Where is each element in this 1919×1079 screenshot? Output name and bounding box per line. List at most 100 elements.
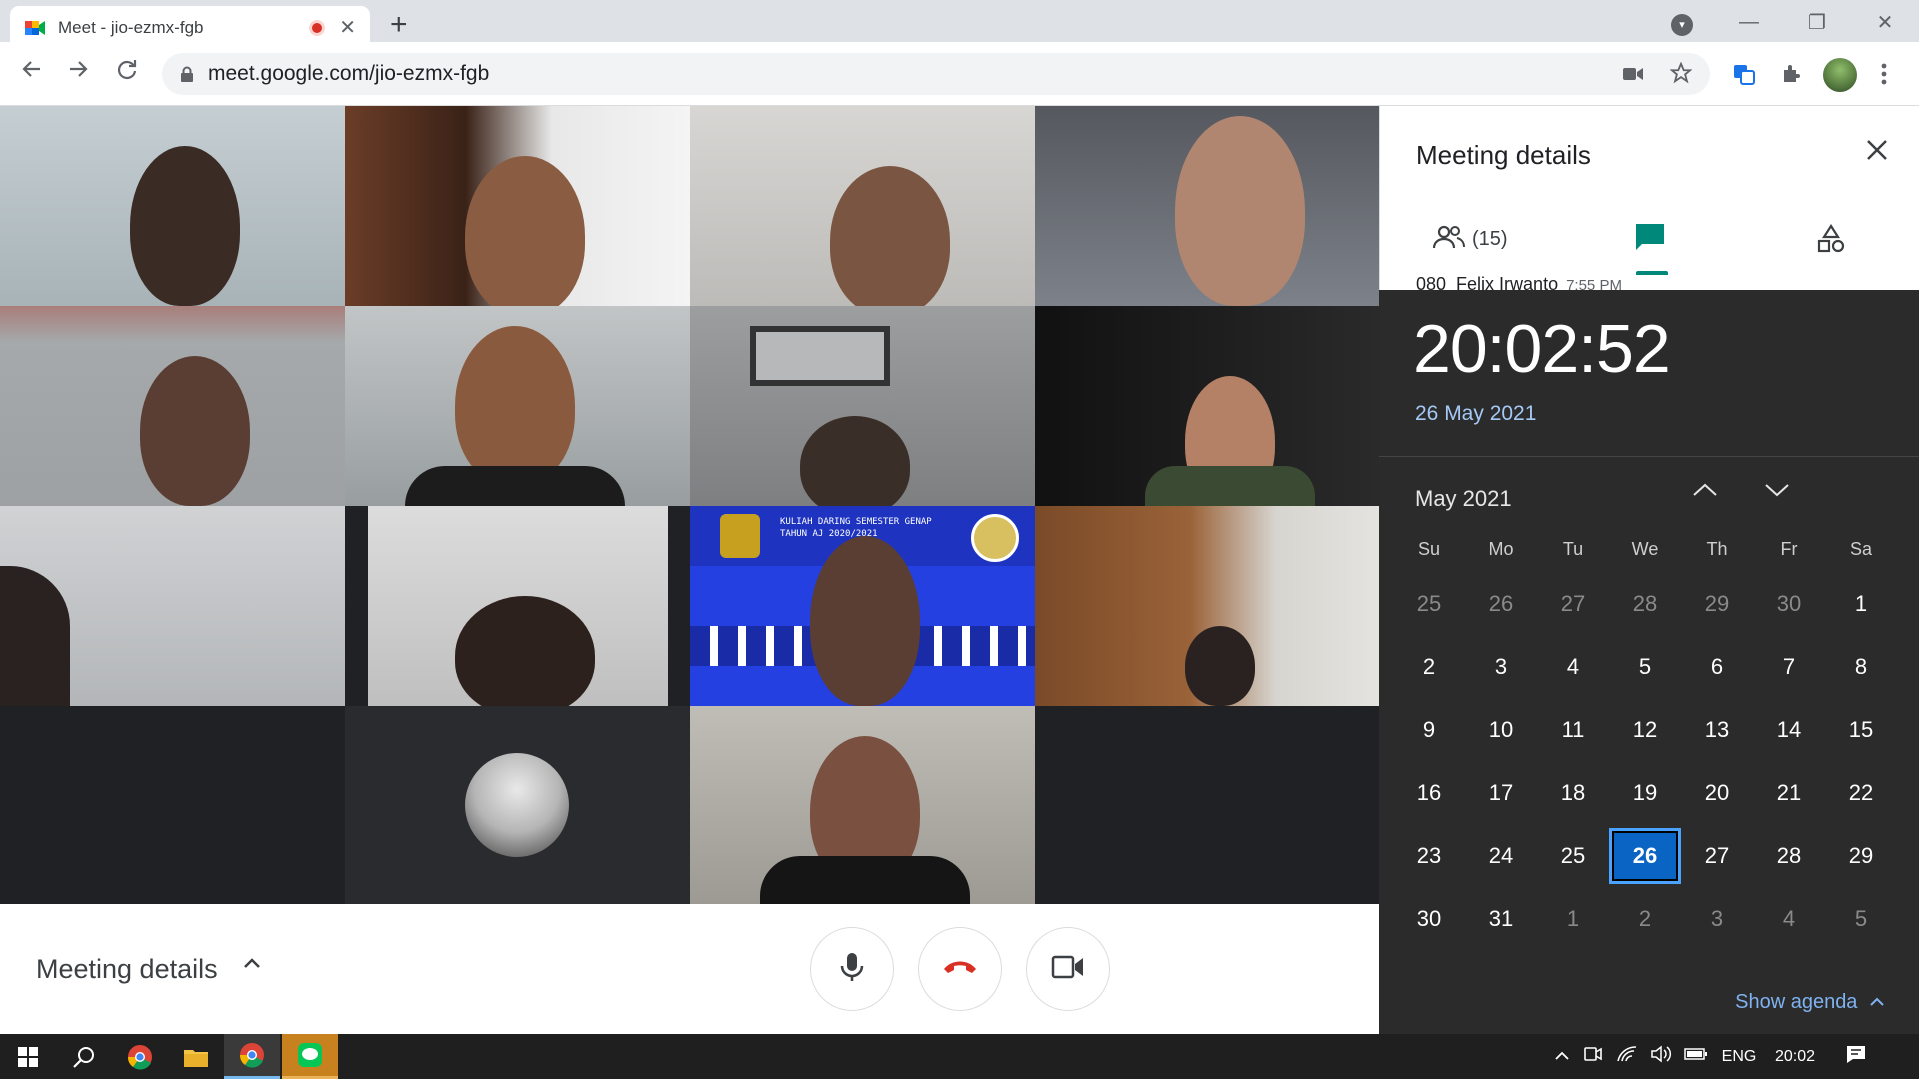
camera-button[interactable] [1026, 927, 1110, 1011]
participant-tile[interactable] [1035, 706, 1379, 904]
participant-tile[interactable] [0, 506, 345, 706]
camera-permission-icon[interactable] [1622, 62, 1644, 90]
reload-icon[interactable] [116, 58, 138, 85]
calendar-day[interactable]: 24 [1465, 828, 1537, 884]
previous-month-chevron-up-icon[interactable] [1691, 480, 1719, 506]
calendar-day-today[interactable]: 26 [1609, 827, 1681, 884]
calendar-day[interactable]: 18 [1537, 765, 1609, 821]
participant-tile[interactable] [1035, 306, 1379, 506]
people-icon[interactable] [1432, 224, 1466, 255]
wifi-icon[interactable] [1610, 1045, 1644, 1068]
input-language-indicator[interactable]: ENG [1714, 1048, 1764, 1066]
calendar-day[interactable]: 28 [1609, 576, 1681, 632]
calendar-day[interactable]: 16 [1393, 765, 1465, 821]
tab-search-icon[interactable]: ▾ [1671, 14, 1693, 36]
calendar-day[interactable]: 3 [1465, 639, 1537, 695]
chat-icon[interactable] [1634, 222, 1666, 257]
calendar-day[interactable]: 7 [1753, 639, 1825, 695]
calendar-day[interactable]: 15 [1825, 702, 1897, 758]
calendar-day[interactable]: 30 [1753, 576, 1825, 632]
calendar-day[interactable]: 4 [1537, 639, 1609, 695]
calendar-day[interactable]: 4 [1753, 891, 1825, 947]
calendar-month-label[interactable]: May 2021 [1415, 486, 1512, 512]
calendar-day[interactable]: 22 [1825, 765, 1897, 821]
profile-avatar[interactable] [1823, 58, 1857, 92]
tab-close-button[interactable]: ✕ [339, 18, 356, 38]
window-close-button[interactable]: ✕ [1851, 10, 1919, 35]
show-agenda-link[interactable]: Show agenda [1735, 991, 1885, 1014]
battery-icon[interactable] [1678, 1047, 1714, 1066]
calendar-day[interactable]: 25 [1393, 576, 1465, 632]
leave-call-button[interactable] [918, 927, 1002, 1011]
calendar-day[interactable]: 17 [1465, 765, 1537, 821]
calendar-day[interactable]: 28 [1753, 828, 1825, 884]
next-month-chevron-down-icon[interactable] [1763, 480, 1791, 506]
flyout-date-link[interactable]: 26 May 2021 [1415, 402, 1536, 426]
forward-arrow-icon[interactable] [68, 58, 90, 85]
participant-tile[interactable] [345, 106, 690, 306]
calendar-day[interactable]: 25 [1537, 828, 1609, 884]
taskbar-clock[interactable]: 20:02 [1764, 1048, 1826, 1066]
participant-tile[interactable]: KULIAH DARING SEMESTER GENAP TAHUN AJ 20… [690, 506, 1035, 706]
meeting-details-label[interactable]: Meeting details [36, 954, 218, 985]
lock-icon[interactable] [180, 66, 194, 82]
chrome-menu-icon[interactable] [1880, 62, 1888, 92]
calendar-day[interactable]: 1 [1537, 891, 1609, 947]
calendar-day[interactable]: 13 [1681, 702, 1753, 758]
participant-tile[interactable] [1035, 506, 1379, 706]
new-tab-button[interactable]: + [390, 10, 408, 40]
search-icon[interactable] [56, 1034, 112, 1079]
participant-tile[interactable] [345, 706, 690, 904]
calendar-day[interactable]: 14 [1753, 702, 1825, 758]
camera-in-use-icon[interactable] [1576, 1045, 1610, 1068]
calendar-day[interactable]: 20 [1681, 765, 1753, 821]
calendar-day[interactable]: 5 [1609, 639, 1681, 695]
calendar-day[interactable]: 27 [1537, 576, 1609, 632]
translate-extension-icon[interactable] [1732, 62, 1756, 92]
participant-tile[interactable] [690, 106, 1035, 306]
windows-start-icon[interactable] [0, 1034, 56, 1079]
action-center-notification-icon[interactable] [1826, 1044, 1886, 1069]
bookmark-star-icon[interactable] [1669, 61, 1693, 90]
calendar-day[interactable]: 19 [1609, 765, 1681, 821]
calendar-day[interactable]: 29 [1681, 576, 1753, 632]
calendar-day[interactable]: 8 [1825, 639, 1897, 695]
participant-tile[interactable] [690, 706, 1035, 904]
back-arrow-icon[interactable] [20, 58, 42, 85]
calendar-day[interactable]: 2 [1609, 891, 1681, 947]
calendar-day[interactable]: 27 [1681, 828, 1753, 884]
calendar-day[interactable]: 12 [1609, 702, 1681, 758]
calendar-day[interactable]: 1 [1825, 576, 1897, 632]
calendar-day[interactable]: 23 [1393, 828, 1465, 884]
calendar-day[interactable]: 6 [1681, 639, 1753, 695]
calendar-day[interactable]: 29 [1825, 828, 1897, 884]
chevron-up-icon[interactable] [240, 952, 264, 983]
calendar-day[interactable]: 2 [1393, 639, 1465, 695]
participant-tile[interactable] [345, 306, 690, 506]
chrome-taskbar-icon[interactable] [112, 1034, 168, 1079]
calendar-day[interactable]: 21 [1753, 765, 1825, 821]
show-hidden-icons-chevron-icon[interactable] [1548, 1048, 1576, 1066]
activities-shapes-icon[interactable] [1816, 223, 1846, 259]
calendar-day[interactable]: 11 [1537, 702, 1609, 758]
calendar-day[interactable]: 30 [1393, 891, 1465, 947]
calendar-day[interactable]: 31 [1465, 891, 1537, 947]
extensions-puzzle-icon[interactable] [1780, 62, 1804, 92]
chrome-active-taskbar-icon[interactable] [224, 1034, 280, 1079]
participant-tile[interactable] [345, 506, 690, 706]
participant-tile[interactable] [0, 706, 345, 904]
line-app-icon[interactable] [282, 1034, 338, 1079]
address-bar[interactable]: meet.google.com/jio-ezmx-fgb [162, 53, 1710, 95]
participant-tile[interactable] [0, 306, 345, 506]
calendar-day[interactable]: 26 [1465, 576, 1537, 632]
restore-button[interactable]: ❐ [1783, 10, 1851, 35]
file-explorer-icon[interactable] [168, 1034, 224, 1079]
calendar-day[interactable]: 5 [1825, 891, 1897, 947]
participant-tile[interactable] [690, 306, 1035, 506]
volume-icon[interactable] [1644, 1045, 1678, 1068]
calendar-day[interactable]: 3 [1681, 891, 1753, 947]
microphone-button[interactable] [810, 927, 894, 1011]
participant-tile[interactable] [0, 106, 345, 306]
calendar-day[interactable]: 10 [1465, 702, 1537, 758]
minimize-button[interactable]: — [1715, 11, 1783, 34]
